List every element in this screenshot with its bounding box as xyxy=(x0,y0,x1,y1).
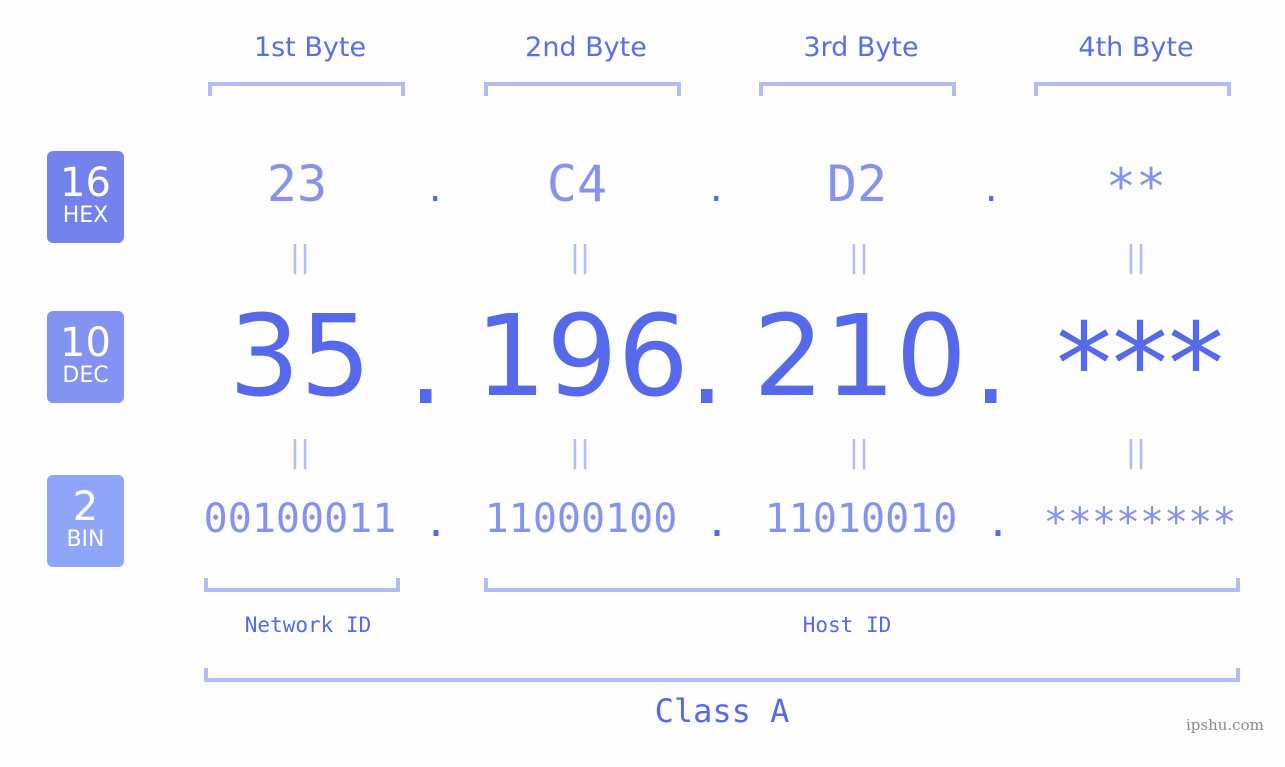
hex-separator: . xyxy=(706,170,727,210)
byte-1-bracket xyxy=(208,82,405,96)
equals-sign: || xyxy=(848,240,870,275)
byte-header-1: 1st Byte xyxy=(253,32,367,63)
bin-badge: 2 BIN xyxy=(47,475,124,567)
equals-sign: || xyxy=(289,240,311,275)
hex-byte-3: D2 xyxy=(826,155,888,213)
hex-byte-4: ** xyxy=(1105,158,1167,216)
hex-separator: . xyxy=(425,170,446,210)
watermark: ipshu.com xyxy=(1186,716,1264,734)
network-id-label: Network ID xyxy=(244,613,372,637)
bin-byte-3: 11010010 xyxy=(764,496,958,542)
byte-4-bracket xyxy=(1034,82,1231,96)
dec-separator: . xyxy=(973,300,1009,430)
equals-sign: || xyxy=(569,435,591,470)
dec-badge-label: DEC xyxy=(62,363,109,388)
hex-separator: . xyxy=(981,170,1002,210)
byte-2-bracket xyxy=(484,82,681,96)
dec-byte-3: 210 xyxy=(753,292,967,422)
bin-badge-number: 2 xyxy=(72,484,99,530)
class-bracket xyxy=(204,668,1240,682)
host-id-label: Host ID xyxy=(802,613,892,637)
bin-separator: . xyxy=(705,500,730,546)
byte-3-bracket xyxy=(759,82,956,96)
bin-badge-label: BIN xyxy=(66,527,105,552)
dec-separator: . xyxy=(408,300,444,430)
hex-badge-label: HEX xyxy=(62,203,109,228)
class-label: Class A xyxy=(654,692,790,730)
bin-separator: . xyxy=(424,500,449,546)
equals-sign: || xyxy=(848,435,870,470)
dec-byte-4: *** xyxy=(1056,300,1224,430)
equals-sign: || xyxy=(1125,435,1147,470)
dec-badge: 10 DEC xyxy=(47,311,124,403)
equals-sign: || xyxy=(289,435,311,470)
host-id-bracket xyxy=(484,578,1240,592)
bin-byte-4: ******** xyxy=(1043,500,1237,546)
hex-byte-1: 23 xyxy=(266,155,328,213)
network-id-bracket xyxy=(204,578,400,592)
dec-byte-1: 35 xyxy=(228,292,372,422)
equals-sign: || xyxy=(569,240,591,275)
bin-separator: . xyxy=(986,500,1011,546)
hex-byte-2: C4 xyxy=(546,155,608,213)
byte-header-3: 3rd Byte xyxy=(803,32,919,63)
equals-sign: || xyxy=(1125,240,1147,275)
bin-byte-1: 00100011 xyxy=(203,496,397,542)
bin-byte-2: 11000100 xyxy=(484,496,678,542)
dec-badge-number: 10 xyxy=(60,320,111,366)
dec-separator: . xyxy=(689,300,725,430)
hex-badge: 16 HEX xyxy=(47,151,124,243)
byte-header-2: 2nd Byte xyxy=(525,32,647,63)
dec-byte-2: 196 xyxy=(475,292,689,422)
hex-badge-number: 16 xyxy=(60,160,111,206)
byte-header-4: 4th Byte xyxy=(1078,32,1194,63)
